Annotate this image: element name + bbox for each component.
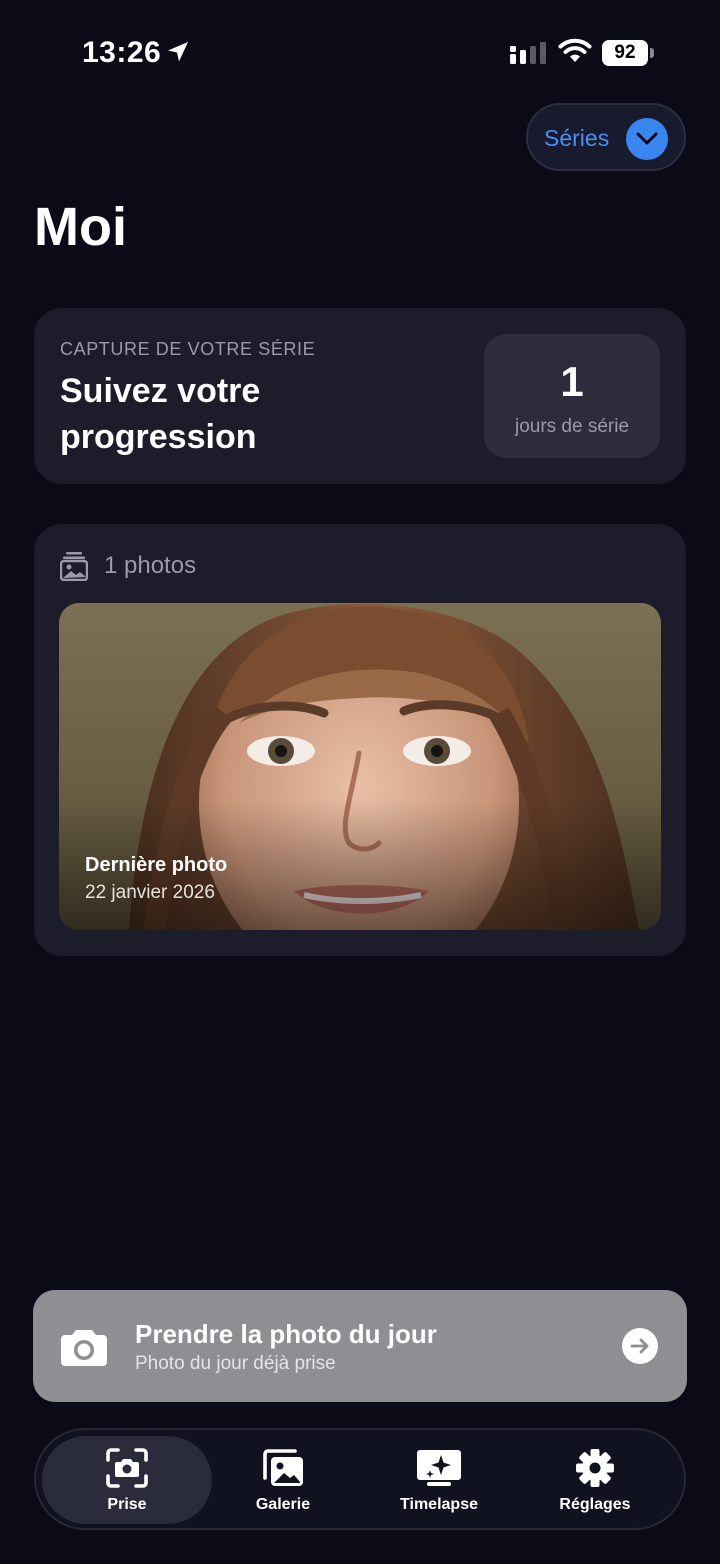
streak-count: 1 [560, 358, 584, 405]
wifi-icon [558, 38, 592, 62]
streak-kicker: CAPTURE DE VOTRE SÉRIE [60, 339, 316, 359]
tab-label: Prise [107, 1496, 147, 1513]
streak-unit: jours de série [514, 416, 630, 437]
status-time: 13:26 [82, 36, 162, 69]
take-photo-title: Prendre la photo du jour [135, 1319, 437, 1349]
page-title: Moi [34, 197, 127, 257]
photo-stack-icon [263, 1449, 303, 1486]
photos-count: 1 photos [104, 552, 197, 579]
photos-card: 1 photos Dernière photo 22 janvier 2026 [34, 524, 686, 956]
cellular-signal-icon [510, 42, 546, 64]
tab-label: Réglages [559, 1496, 631, 1513]
sparkle-screen-icon [417, 1450, 461, 1486]
tab-bar: Prise Galerie Timelapse Réglages [34, 1428, 686, 1530]
tab-galerie[interactable]: Galerie [198, 1436, 368, 1524]
status-bar: 13:26 92 [0, 0, 720, 100]
tab-reglages[interactable]: Réglages [510, 1436, 680, 1524]
camera-icon [61, 1330, 107, 1366]
streak-counter: 1 jours de série [484, 334, 660, 458]
streak-card: CAPTURE DE VOTRE SÉRIE Suivez votre prog… [34, 308, 686, 484]
latest-photo-date: 22 janvier 2026 [85, 882, 215, 903]
battery-level: 92 [602, 40, 648, 66]
chevron-down-icon [626, 118, 668, 160]
location-arrow-icon [168, 42, 188, 62]
camera-viewfinder-icon [106, 1448, 148, 1488]
latest-photo-title: Dernière photo [85, 854, 228, 876]
battery-icon: 92 [602, 40, 654, 66]
arrow-right-icon [622, 1328, 658, 1364]
series-selector-button[interactable]: Séries [526, 103, 686, 171]
tab-timelapse[interactable]: Timelapse [354, 1436, 524, 1524]
tab-label: Galerie [255, 1496, 311, 1513]
latest-photo[interactable]: Dernière photo 22 janvier 2026 [59, 603, 661, 930]
gear-icon [576, 1449, 614, 1487]
battery-nub [650, 48, 654, 58]
series-selector-label: Séries [544, 125, 610, 151]
take-photo-subtitle: Photo du jour déjà prise [135, 1353, 336, 1374]
tab-label: Timelapse [400, 1496, 478, 1513]
streak-heading: Suivez votre progression [60, 372, 261, 456]
take-daily-photo-button[interactable]: Prendre la photo du jour Photo du jour d… [33, 1290, 687, 1402]
tab-prise[interactable]: Prise [42, 1436, 212, 1524]
photo-stack-icon [60, 552, 88, 581]
